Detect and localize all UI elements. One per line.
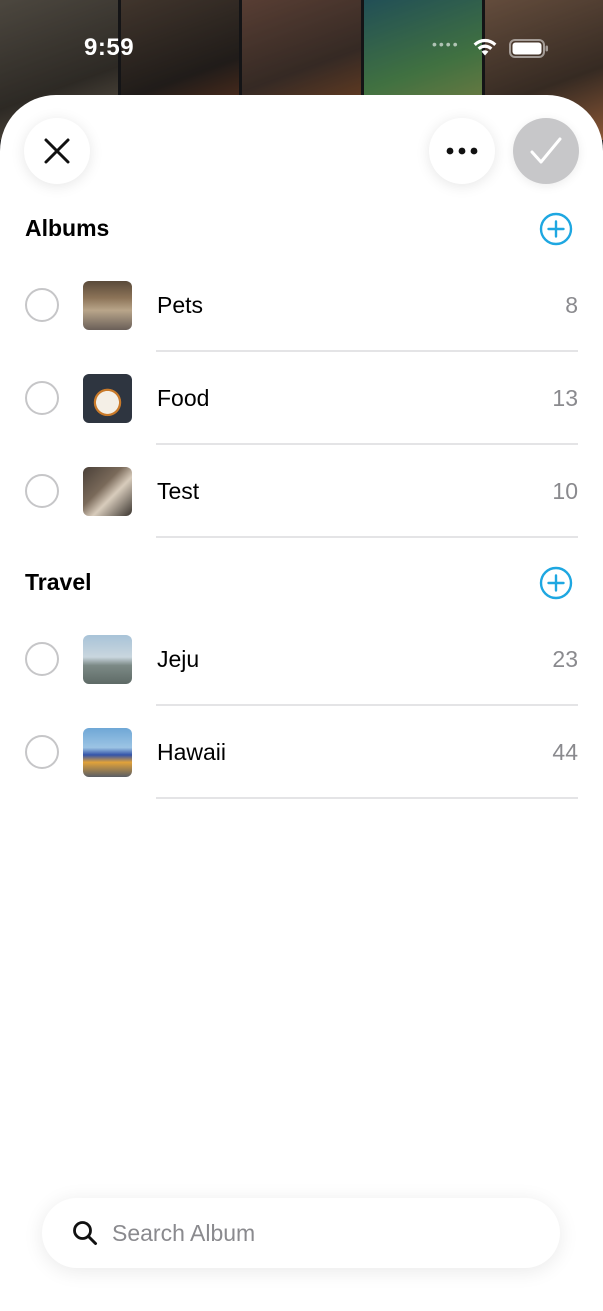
add-travel-album-button[interactable] xyxy=(539,566,573,600)
add-album-button[interactable] xyxy=(539,212,573,246)
more-options-button[interactable] xyxy=(429,118,495,184)
album-row-food[interactable]: Food 13 xyxy=(0,352,603,445)
album-thumbnail xyxy=(83,467,132,516)
ellipsis-icon xyxy=(446,147,478,155)
album-count: 8 xyxy=(565,292,578,318)
select-radio[interactable] xyxy=(25,474,59,508)
album-name: Jeju xyxy=(157,646,200,672)
select-radio[interactable] xyxy=(25,735,59,769)
album-thumbnail xyxy=(83,281,132,330)
search-bar[interactable] xyxy=(42,1198,560,1268)
album-count: 44 xyxy=(552,739,578,765)
close-button[interactable] xyxy=(24,118,90,184)
album-name: Hawaii xyxy=(157,739,227,765)
row-divider xyxy=(156,797,578,799)
close-icon xyxy=(44,138,70,164)
done-button[interactable] xyxy=(513,118,579,184)
section-title-travel: Travel xyxy=(25,569,92,595)
checkmark-icon xyxy=(530,137,562,164)
album-name: Test xyxy=(157,478,200,504)
album-thumbnail xyxy=(83,728,132,777)
album-row-jeju[interactable]: Jeju 23 xyxy=(0,613,603,706)
battery-icon xyxy=(509,39,548,58)
album-thumbnail xyxy=(83,374,132,423)
row-divider xyxy=(156,536,578,538)
search-input[interactable] xyxy=(112,1198,532,1268)
album-row-hawaii[interactable]: Hawaii 44 xyxy=(0,706,603,799)
album-picker-sheet: Albums Pets 8 Food 13 Test 10 Travel Jej… xyxy=(0,95,603,1311)
search-icon xyxy=(73,1221,97,1245)
album-row-pets[interactable]: Pets 8 xyxy=(0,259,603,352)
status-time: 9:59 xyxy=(84,34,135,61)
select-radio[interactable] xyxy=(25,288,59,322)
select-radio[interactable] xyxy=(25,381,59,415)
album-count: 23 xyxy=(552,646,578,672)
album-count: 10 xyxy=(552,478,578,504)
album-thumbnail xyxy=(83,635,132,684)
album-count: 13 xyxy=(552,385,578,411)
album-row-test[interactable]: Test 10 xyxy=(0,445,603,538)
cellular-signal-icon: •••• xyxy=(432,36,460,52)
select-radio[interactable] xyxy=(25,642,59,676)
album-name: Food xyxy=(157,385,210,411)
status-bar: 9:59 •••• xyxy=(0,0,603,95)
section-title-albums: Albums xyxy=(25,215,110,241)
wifi-icon xyxy=(473,38,497,56)
album-name: Pets xyxy=(157,292,204,318)
